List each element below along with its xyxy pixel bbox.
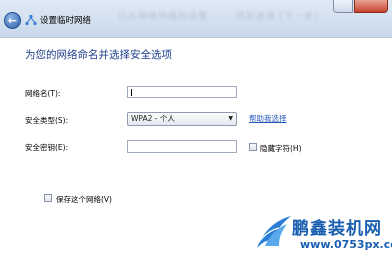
save-network-label: 保存这个网络(V) xyxy=(56,195,112,204)
help-me-choose-link[interactable]: 帮助我选择 xyxy=(249,113,287,124)
hide-characters-label: 隐藏字符(H) xyxy=(260,144,302,153)
security-type-value: WPA2 - 个人 xyxy=(131,114,175,123)
watermark-brand: 鹏鑫装机网 xyxy=(292,219,382,239)
minimize-button[interactable] xyxy=(333,0,353,13)
security-type-label: 安全类型(S): xyxy=(25,116,69,125)
network-name-label: 网络名(T): xyxy=(25,89,61,98)
watermark-logo xyxy=(257,216,291,248)
watermark-url: www.0753px.com xyxy=(300,238,392,251)
security-key-label: 安全密钥(E): xyxy=(25,143,69,152)
title-bar: ← 设置临时网络 已从网络网络的设置 …… 然后选择 [下一步] xyxy=(0,0,392,38)
network-icon xyxy=(25,14,37,26)
security-key-input[interactable] xyxy=(127,140,237,153)
back-arrow-icon: ← xyxy=(7,14,18,27)
hide-characters-checkbox[interactable] xyxy=(249,143,257,151)
window-title: 设置临时网络 xyxy=(40,16,92,26)
network-name-input[interactable] xyxy=(127,86,237,98)
text-caret xyxy=(131,89,132,96)
blurred-background-text: 已从网络网络的设置 …… 然后选择 [下一步] xyxy=(118,12,319,22)
save-network-checkbox[interactable] xyxy=(44,194,52,202)
window-controls xyxy=(333,0,388,14)
dropdown-arrow-icon: ▼ xyxy=(228,115,233,122)
page-heading: 为您的网络命名并选择安全选项 xyxy=(25,49,172,61)
back-button[interactable]: ← xyxy=(4,12,21,29)
security-type-select[interactable]: WPA2 - 个人 ▼ xyxy=(127,112,237,126)
close-button[interactable] xyxy=(354,0,388,13)
